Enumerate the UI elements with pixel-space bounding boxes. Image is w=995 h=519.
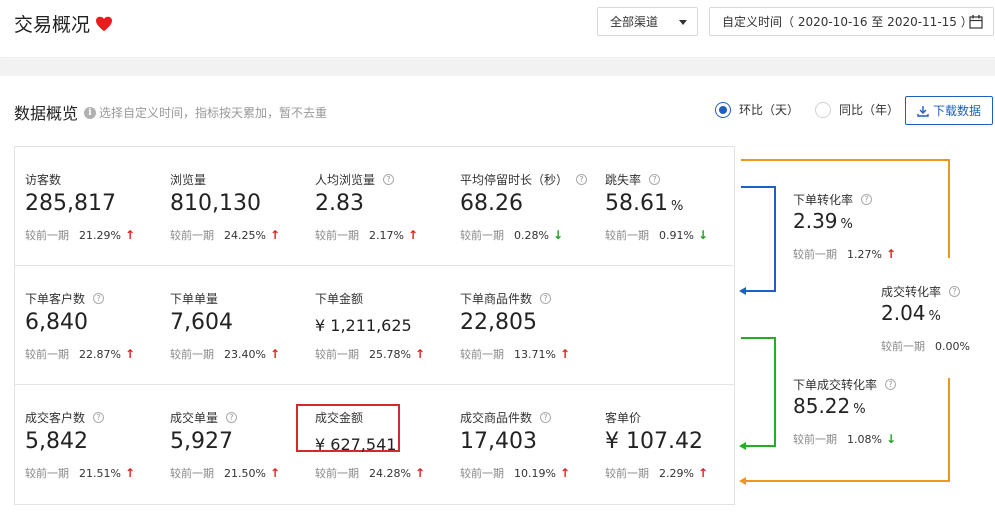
metric-value: 2.04% [881,301,941,325]
metric-compare: 较前一期 1.08% ↓ [793,432,897,446]
metric-name: 下单成交转化率? [793,376,897,393]
metric-unit: % [840,217,853,232]
metric-unit: % [853,402,866,417]
flow-line-green [741,337,776,447]
arrow-head-green [739,442,746,450]
arrow-down-icon: ↓ [885,432,897,446]
arrow-head-orange [739,477,746,485]
metric-unit: % [928,309,941,324]
metric-value: 85.22% [793,394,866,418]
metric-compare: 较前一期 1.27% ↑ [793,247,897,261]
metric-name: 成交转化率? [881,283,961,300]
arrow-head-blue [739,287,746,295]
help-icon[interactable]: ? [949,286,961,297]
metric-compare: 较前一期 0.00% [881,339,970,354]
flow-line-blue [741,186,776,292]
help-icon[interactable]: ? [861,194,873,205]
arrow-up-icon: ↑ [885,247,897,261]
metric-value: 2.39% [793,209,853,233]
help-icon[interactable]: ? [885,379,897,390]
metric-name: 下单转化率? [793,191,873,208]
